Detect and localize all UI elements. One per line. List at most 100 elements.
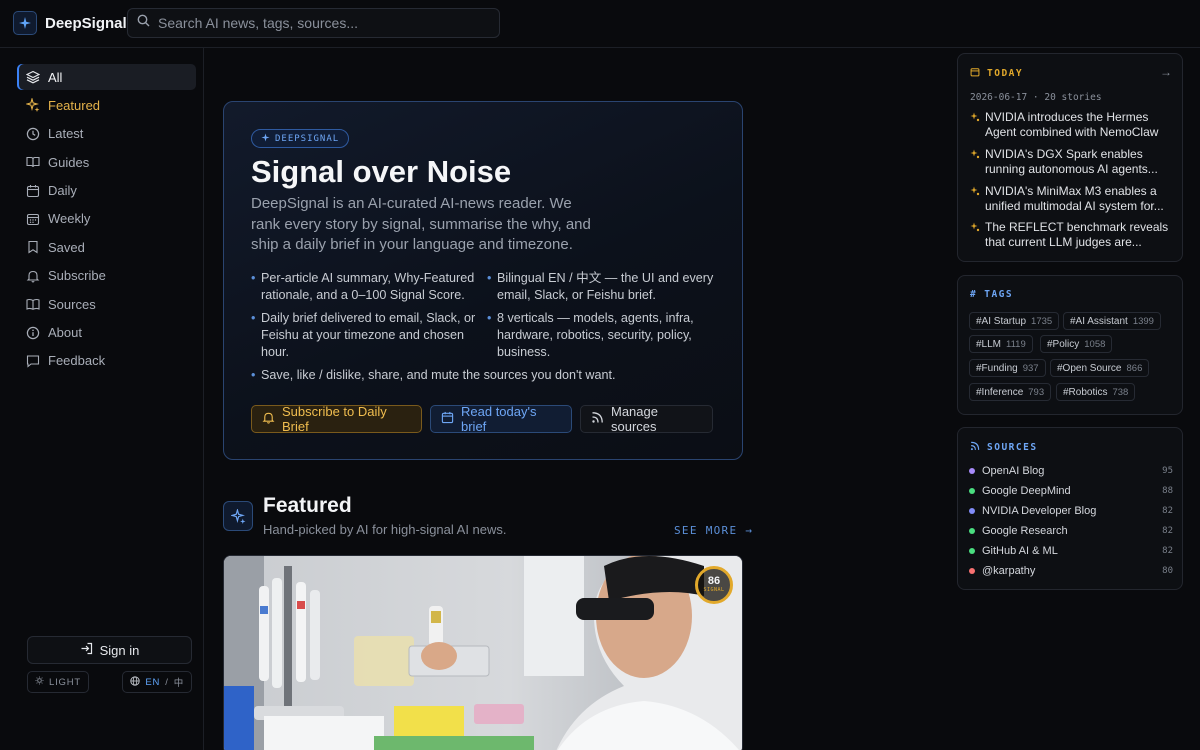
search-bar[interactable] — [127, 8, 500, 38]
sidebar-item-label: All — [48, 69, 63, 85]
hero-badge-label: DEEPSIGNAL — [275, 133, 340, 144]
lab-scene-illustration — [224, 556, 742, 750]
today-story[interactable]: NVIDIA's MiniMax M3 enables a unified mu… — [970, 184, 1175, 214]
source-dot — [969, 568, 975, 574]
sources-title: SOURCES — [987, 442, 1038, 453]
feature-bullet: Bilingual EN / 中文 — the UI and every ema… — [487, 270, 719, 304]
sidebar-item-featured[interactable]: Featured — [17, 92, 196, 118]
sidebar-item-sources[interactable]: Sources — [17, 291, 196, 317]
source-row[interactable]: Google DeepMind 88 — [969, 484, 1173, 498]
feature-bullet: 8 verticals — models, agents, infra, har… — [487, 310, 713, 361]
sparkle-icon — [261, 133, 270, 144]
source-score: 82 — [1162, 526, 1173, 536]
sidebar-item-guides[interactable]: Guides — [17, 149, 196, 175]
source-row[interactable]: Google Research 82 — [969, 524, 1173, 538]
sidebar-item-label: Featured — [48, 97, 101, 113]
clock-icon — [26, 127, 40, 141]
source-name: NVIDIA Developer Blog — [982, 505, 1097, 517]
today-panel: TODAY → 2026-06-17 · 20 stories NVIDIA i… — [957, 53, 1183, 262]
sidebar-item-feedback[interactable]: Feedback — [17, 348, 196, 374]
source-dot — [969, 468, 975, 474]
sidebar-item-about[interactable]: About — [17, 320, 196, 346]
theme-toggle[interactable]: LIGHT — [27, 671, 89, 693]
arrow-right-icon[interactable]: → — [1160, 65, 1172, 79]
source-row[interactable]: NVIDIA Developer Blog 82 — [969, 504, 1173, 518]
today-story[interactable]: NVIDIA's DGX Spark enables running auton… — [970, 147, 1175, 177]
calendar-icon — [970, 67, 980, 80]
featured-sparkle-icon — [223, 501, 253, 531]
lang-zh-option[interactable]: 中 — [174, 675, 184, 689]
today-story[interactable]: The REFLECT benchmark reveals that curre… — [970, 220, 1175, 250]
today-header: TODAY — [970, 67, 1023, 80]
tag-name: #Robotics — [1063, 386, 1108, 398]
sparkle-icon — [970, 185, 980, 200]
sign-in-icon — [80, 642, 93, 658]
subscribe-daily-brief-button[interactable]: Subscribe to Daily Brief — [251, 404, 422, 434]
rss-icon — [970, 441, 980, 454]
sidebar-item-weekly[interactable]: Weekly — [17, 206, 196, 232]
language-toggle[interactable]: EN / 中 — [122, 671, 192, 693]
read-button-label: Read today's brief — [461, 404, 537, 434]
tags-panel: # TAGS #AI Startup 1735 #AI Assistant 1399… — [957, 275, 1183, 415]
tag-chip[interactable]: #Open Source 866 — [1050, 359, 1150, 377]
bell-icon — [26, 269, 40, 283]
manage-button-label: Manage sources — [611, 404, 658, 434]
brand-logo[interactable]: DeepSignal — [13, 11, 127, 35]
manage-sources-button[interactable]: Manage sources — [580, 404, 713, 434]
sidebar-item-label: Sources — [48, 296, 96, 312]
search-input[interactable] — [158, 15, 478, 31]
sidebar-item-subscribe[interactable]: Subscribe — [17, 263, 196, 289]
sun-icon — [35, 676, 44, 688]
tag-chip[interactable]: #Policy 1058 — [1040, 335, 1113, 353]
tag-count: 793 — [1028, 386, 1045, 398]
story-title: NVIDIA's DGX Spark enables running auton… — [985, 147, 1158, 176]
tag-chip[interactable]: #AI Assistant 1399 — [1063, 312, 1161, 330]
read-todays-brief-button[interactable]: Read today's brief — [430, 404, 572, 434]
sparkle-logo-icon — [13, 11, 37, 35]
sidebar-item-label: Weekly — [48, 211, 91, 227]
source-name: @karpathy — [982, 565, 1036, 577]
tag-chip[interactable]: #Robotics 738 — [1056, 383, 1136, 401]
sidebar-item-label: Guides — [48, 154, 90, 170]
sidebar-nav: All Featured Latest Guides Daily Weekly … — [17, 64, 196, 376]
today-story[interactable]: NVIDIA introduces the Hermes Agent combi… — [970, 110, 1175, 140]
story-title: NVIDIA introduces the Hermes Agent combi… — [985, 110, 1159, 139]
tag-chip[interactable]: #AI Startup 1735 — [969, 312, 1060, 330]
theme-label: LIGHT — [49, 676, 81, 688]
lang-en-option[interactable]: EN — [145, 677, 160, 688]
source-name: Google DeepMind — [982, 485, 1071, 497]
sign-in-button[interactable]: Sign in — [27, 636, 192, 664]
sidebar-item-label: Feedback — [48, 353, 106, 369]
tag-name: #Open Source — [1057, 362, 1122, 374]
feature-bullet: Per-article AI summary, Why-Featured rat… — [251, 270, 481, 304]
source-row[interactable]: @karpathy 80 — [969, 564, 1173, 578]
calendar-icon — [441, 411, 454, 427]
sidebar-item-daily[interactable]: Daily — [17, 178, 196, 204]
source-name: Google Research — [982, 525, 1068, 537]
sidebar-item-all[interactable]: All — [17, 64, 196, 90]
rss-icon — [591, 411, 604, 427]
sparkle-icon — [970, 221, 980, 236]
source-score: 95 — [1162, 466, 1173, 476]
source-row[interactable]: OpenAI Blog 95 — [969, 464, 1173, 478]
hash-icon: # — [970, 289, 978, 300]
feature-bullet: Daily brief delivered to email, Slack, o… — [251, 310, 481, 361]
sidebar-item-latest[interactable]: Latest — [17, 121, 196, 147]
today-title: TODAY — [987, 68, 1024, 79]
source-score: 82 — [1162, 506, 1173, 516]
featured-article-image[interactable] — [223, 555, 743, 750]
story-title: NVIDIA's MiniMax M3 enables a unified mu… — [985, 184, 1164, 213]
source-row[interactable]: GitHub AI & ML 82 — [969, 544, 1173, 558]
see-more-link[interactable]: SEE MORE → — [674, 524, 753, 537]
source-dot — [969, 548, 975, 554]
tag-chip[interactable]: #Inference 793 — [969, 383, 1052, 401]
tag-chip[interactable]: #Funding 937 — [969, 359, 1046, 377]
source-dot — [969, 528, 975, 534]
featured-subtitle: Hand-picked by AI for high-signal AI new… — [263, 522, 507, 537]
tag-count: 1119 — [1006, 338, 1026, 350]
tag-chip[interactable]: #LLM 1119 — [969, 335, 1033, 353]
bell-icon — [262, 411, 275, 427]
sidebar-item-saved[interactable]: Saved — [17, 234, 196, 260]
tags-header: # TAGS — [970, 289, 1013, 300]
brand-name: DeepSignal — [45, 14, 127, 32]
